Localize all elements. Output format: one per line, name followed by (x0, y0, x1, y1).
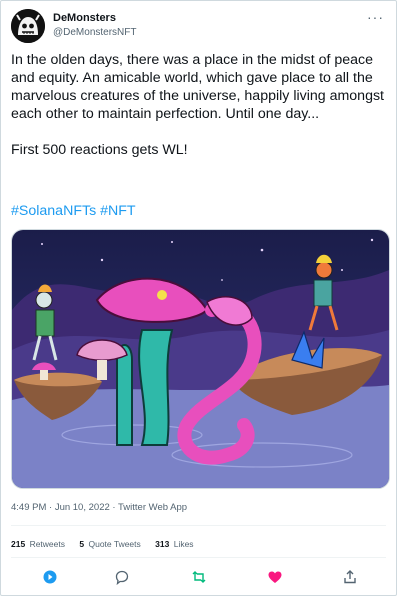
like-icon (268, 571, 282, 583)
author-name[interactable]: DeMonsters (53, 12, 116, 24)
tweet-text: In the olden days, there was a place in … (11, 52, 385, 158)
share-icon (344, 570, 356, 584)
likes-count: 313 (155, 539, 170, 549)
like-button[interactable] (264, 566, 286, 588)
quotes-stat[interactable]: 5 Quote Tweets (79, 539, 140, 549)
share-button[interactable] (339, 566, 361, 588)
comment-icon (115, 570, 129, 585)
divider (11, 557, 386, 558)
author-handle[interactable]: @DeMonstersNFT (53, 27, 137, 38)
retweets-label: Retweets (29, 539, 65, 549)
divider (11, 525, 386, 526)
quotes-label: Quote Tweets (88, 539, 141, 549)
likes-label: Likes (173, 539, 194, 549)
retweet-icon (192, 571, 206, 583)
avatar-monster-icon (11, 9, 45, 43)
comment-button[interactable] (111, 566, 133, 588)
author-avatar[interactable] (11, 9, 45, 43)
hashtag-link[interactable]: #SolanaNFTs (11, 203, 96, 219)
tweet-header: DeMonsters @DeMonstersNFT ··· (11, 9, 386, 43)
likes-stat[interactable]: 313 Likes (155, 539, 193, 549)
quotes-count: 5 (79, 539, 85, 549)
hashtag-link[interactable]: #NFT (100, 203, 135, 219)
reply-button[interactable] (39, 566, 61, 588)
tweet-card: DeMonsters @DeMonstersNFT ··· In the old… (0, 0, 397, 596)
retweets-stat[interactable]: 215 Retweets (11, 539, 65, 549)
illustration (12, 230, 389, 488)
reply-icon (43, 570, 57, 584)
action-bar (1, 566, 397, 588)
retweet-button[interactable] (188, 566, 210, 588)
tweet-image[interactable] (11, 229, 390, 489)
more-options-icon[interactable]: ··· (367, 9, 384, 25)
retweets-count: 215 (11, 539, 26, 549)
tweet-timestamp[interactable]: 4:49 PM · Jun 10, 2022 · Twitter Web App (11, 502, 187, 513)
engagement-stats: 215 Retweets 5 Quote Tweets 313 Likes (11, 539, 206, 549)
hashtags: #SolanaNFTs #NFT (11, 203, 136, 219)
